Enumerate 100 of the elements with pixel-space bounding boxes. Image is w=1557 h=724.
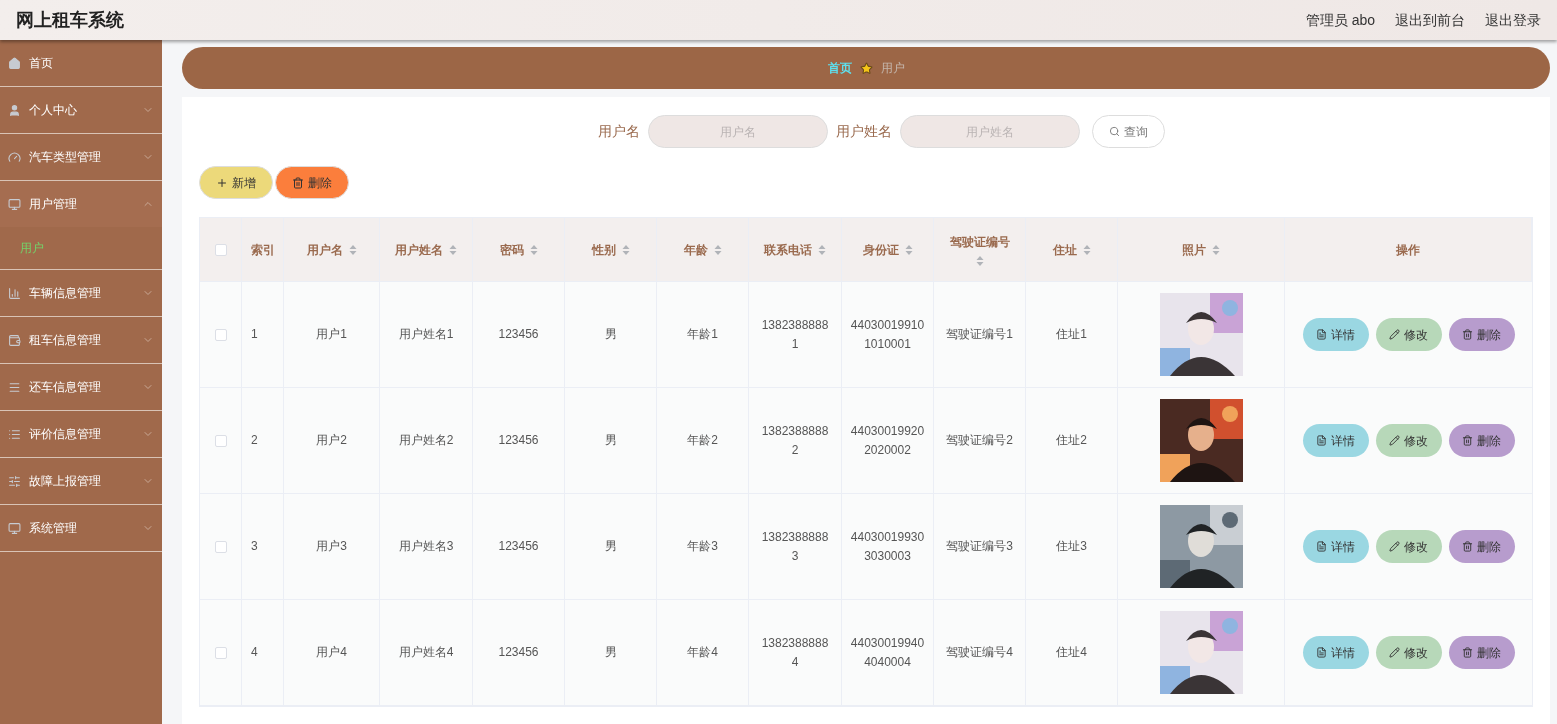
pencil-icon: [1389, 329, 1400, 340]
sidebar-item[interactable]: 评价信息管理: [0, 411, 162, 457]
table-cell-text: 440300199303030003: [849, 528, 926, 565]
table-cell-text: 年龄2: [687, 432, 718, 449]
user-label[interactable]: 管理员 abo: [1305, 9, 1375, 31]
checkbox[interactable]: [214, 434, 227, 447]
menu-icon: [8, 286, 21, 300]
table-cell-text: 驾驶证编号2: [946, 432, 1013, 449]
edit-button[interactable]: 修改: [1375, 424, 1442, 457]
breadcrumb-link[interactable]: 首页: [827, 59, 852, 77]
search-icon: [1108, 126, 1120, 137]
sidebar-item[interactable]: 租车信息管理: [0, 317, 162, 363]
sidebar-item[interactable]: 个人中心: [0, 87, 162, 133]
menu-icon: [8, 474, 21, 488]
menu-icon: [8, 427, 21, 441]
table-cell-text: 用户姓名1: [398, 326, 454, 343]
document-icon: [1316, 329, 1327, 340]
header-link[interactable]: 退出登录: [1485, 9, 1541, 31]
edit-button[interactable]: 修改: [1375, 530, 1442, 563]
document-icon: [1316, 435, 1327, 446]
column-header: 住址: [1052, 241, 1077, 259]
table-cell-text: 年龄1: [687, 326, 718, 343]
sidebar-item[interactable]: 故障上报管理: [0, 458, 162, 504]
sort-icon[interactable]: [1082, 243, 1091, 256]
delete-button[interactable]: 删除: [1448, 318, 1515, 351]
sidebar-item[interactable]: 汽车类型管理: [0, 134, 162, 180]
trash-icon: [292, 176, 304, 189]
table-cell-text: 13823888883: [760, 528, 830, 565]
sort-icon[interactable]: [348, 243, 357, 256]
column-header: 年龄: [683, 241, 708, 259]
menu-icon: [8, 521, 21, 535]
table-cell-text: 男: [604, 538, 617, 555]
table-cell-text: 440300199202020002: [849, 422, 926, 459]
table-cell-text: 用户3: [316, 538, 347, 555]
delete-button[interactable]: 删除: [1448, 530, 1515, 563]
delete-button[interactable]: 删除: [1448, 424, 1515, 457]
column-header: 性别: [591, 241, 616, 259]
edit-button[interactable]: 修改: [1375, 318, 1442, 351]
header-link[interactable]: 退出到前台: [1395, 9, 1465, 31]
sidebar-item[interactable]: 系统管理: [0, 505, 162, 551]
search-button[interactable]: 查询: [1091, 115, 1165, 148]
checkbox[interactable]: [214, 328, 227, 341]
table-cell-text: 123456: [498, 538, 539, 555]
delete-button[interactable]: 删除: [275, 166, 349, 199]
sort-icon[interactable]: [818, 243, 826, 256]
table-cell-text: 2: [251, 432, 258, 449]
table-cell-text: 123456: [498, 432, 539, 449]
sort-icon[interactable]: [1212, 243, 1220, 256]
table-cell-text: 用户2: [316, 432, 347, 449]
table-cell-text: 123456: [498, 326, 539, 343]
column-header: 照片: [1182, 241, 1206, 259]
checkbox[interactable]: [214, 540, 227, 553]
menu-icon: [8, 380, 21, 394]
column-header: 联系电话: [764, 241, 812, 259]
table-cell-text: 用户1: [316, 326, 347, 343]
table-cell-text: 驾驶证编号1: [946, 326, 1013, 343]
trash-icon: [1462, 435, 1473, 446]
table-cell-text: 用户姓名2: [398, 432, 454, 449]
edit-button[interactable]: 修改: [1375, 636, 1442, 669]
pencil-icon: [1389, 435, 1400, 446]
checkbox[interactable]: [214, 646, 227, 659]
column-header: 用户名: [306, 241, 343, 259]
menu-icon: [8, 197, 21, 211]
sidebar-item[interactable]: 首页: [0, 40, 162, 86]
table-cell-text: 13823888882: [760, 422, 830, 459]
document-icon: [1316, 541, 1327, 552]
sidebar-item[interactable]: 还车信息管理: [0, 364, 162, 410]
table-cell-text: 男: [604, 644, 617, 661]
sort-icon[interactable]: [621, 243, 630, 256]
sort-icon[interactable]: [713, 243, 722, 256]
detail-button[interactable]: 详情: [1302, 424, 1369, 457]
sidebar-item[interactable]: 车辆信息管理: [0, 270, 162, 316]
sort-icon[interactable]: [904, 243, 913, 256]
field-label: 用户名: [597, 122, 640, 141]
app-title: 网上租车系统: [16, 8, 124, 32]
table-cell-text: 住址2: [1056, 432, 1087, 449]
detail-button[interactable]: 详情: [1302, 530, 1369, 563]
table-cell-text: 驾驶证编号3: [946, 538, 1013, 555]
sort-icon[interactable]: [529, 243, 538, 256]
sort-icon[interactable]: [449, 243, 457, 256]
detail-button[interactable]: 详情: [1302, 636, 1369, 669]
detail-button[interactable]: 详情: [1302, 318, 1369, 351]
sidebar-item[interactable]: 用户管理: [0, 181, 162, 227]
add-button[interactable]: 新增: [199, 166, 273, 199]
table-cell-text: 13823888881: [760, 316, 830, 353]
column-header: 驾驶证编号: [949, 233, 1010, 251]
table-cell-text: 440300199404040004: [849, 634, 926, 671]
checkbox[interactable]: [214, 243, 227, 256]
field-label: 用户姓名: [835, 122, 892, 141]
trash-icon: [1462, 329, 1473, 340]
delete-button[interactable]: 删除: [1448, 636, 1515, 669]
document-icon: [1316, 647, 1327, 658]
column-header: 用户姓名: [395, 241, 443, 259]
table-cell-text: 住址4: [1056, 644, 1087, 661]
table-cell-text: 住址1: [1056, 326, 1087, 343]
sort-icon[interactable]: [975, 254, 984, 267]
table-cell-text: 驾驶证编号4: [946, 644, 1013, 661]
table-cell-text: 年龄4: [687, 644, 718, 661]
plus-icon: [216, 176, 228, 189]
table-cell-text: 3: [251, 538, 258, 555]
